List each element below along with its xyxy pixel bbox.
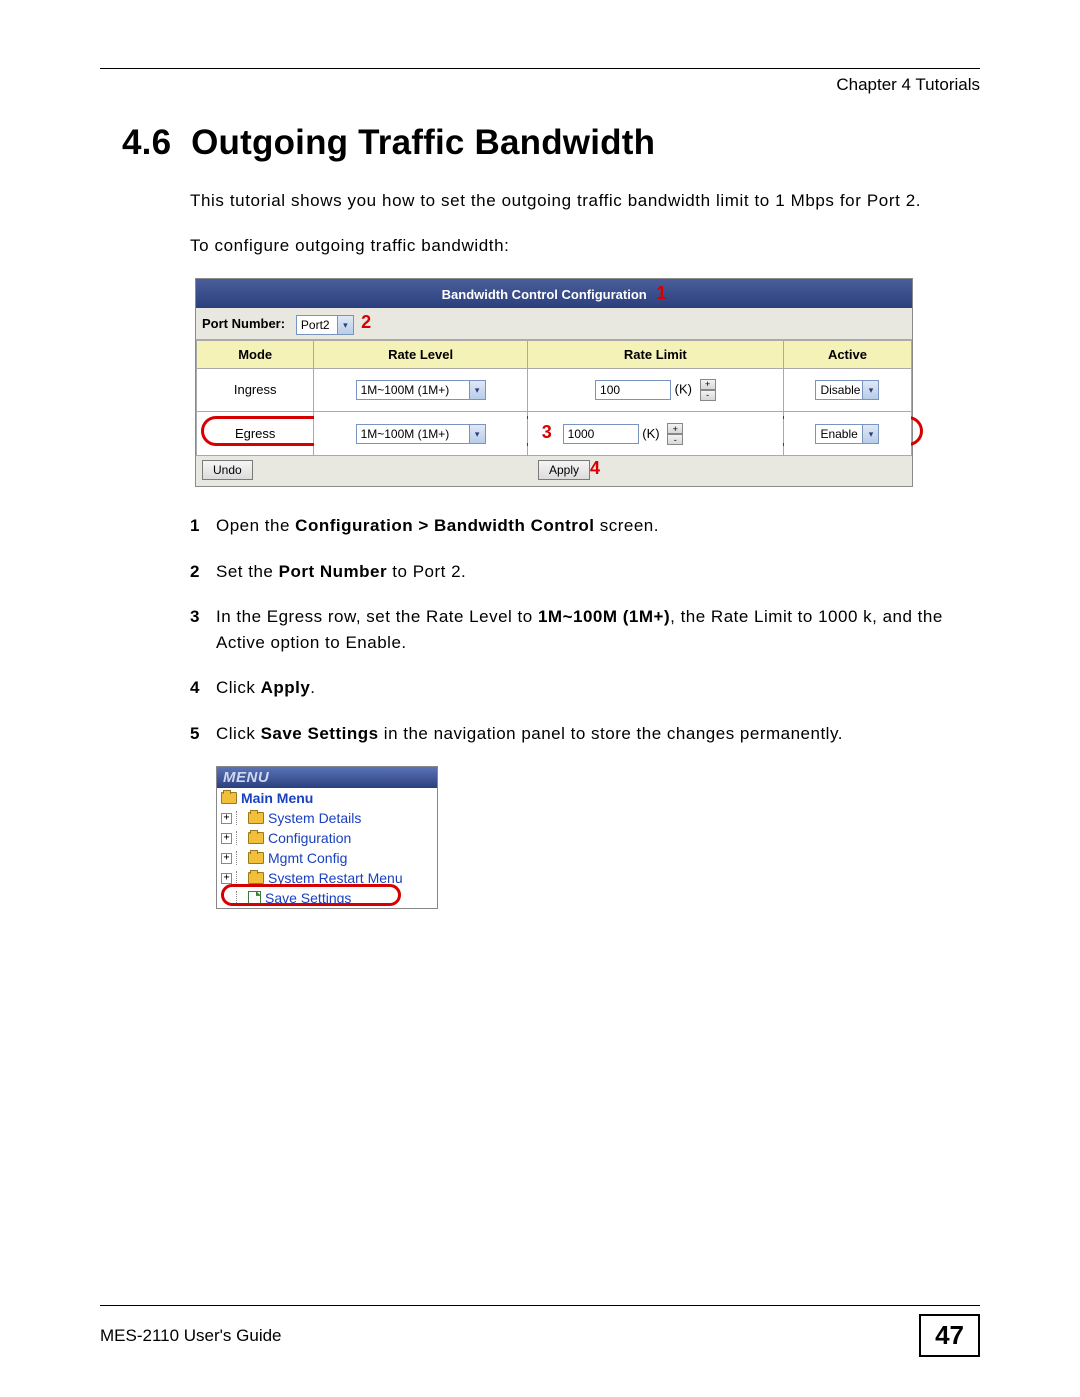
egress-mode: Egress <box>235 426 275 441</box>
port-number-select[interactable]: Port2 ▾ <box>296 315 354 335</box>
folder-icon <box>248 872 264 884</box>
expand-icon[interactable]: + <box>221 813 232 824</box>
menu-figure: MENU Main Menu + System Details + Config… <box>216 766 438 909</box>
col-rate-limit: Rate Limit <box>527 340 783 368</box>
step-2: 2 Set the Port Number to Port 2. <box>190 559 980 585</box>
page-icon <box>248 891 261 906</box>
ingress-rate-level-select[interactable]: 1M~100M (1M+) ▾ <box>356 380 486 400</box>
steps-list: 1 Open the Configuration > Bandwidth Con… <box>190 513 980 746</box>
ingress-rate-limit-input[interactable]: 100 <box>595 380 671 400</box>
egress-rate-limit-input[interactable]: 1000 <box>563 424 639 444</box>
ingress-rate-unit: (K) <box>675 381 692 396</box>
egress-spin-up[interactable]: + <box>667 423 683 434</box>
panel-bottom-row: Undo Apply 4 <box>196 456 912 486</box>
intro-paragraph-1: This tutorial shows you how to set the o… <box>190 189 970 214</box>
section-title: 4.6 Outgoing Traffic Bandwidth <box>122 123 980 163</box>
ingress-spin-down[interactable]: - <box>700 390 716 401</box>
footer-rule <box>100 1305 980 1306</box>
menu-mgmt-config[interactable]: + Mgmt Config <box>217 848 437 868</box>
step-4: 4 Click Apply. <box>190 675 980 701</box>
callout-2: 2 <box>361 312 371 332</box>
egress-rate-level-select[interactable]: 1M~100M (1M+) ▾ <box>356 424 486 444</box>
expand-icon[interactable]: + <box>221 833 232 844</box>
ingress-mode: Ingress <box>197 368 314 411</box>
undo-button[interactable]: Undo <box>202 460 253 480</box>
ingress-row: Ingress 1M~100M (1M+) ▾ 100 (K) + <box>197 368 912 411</box>
expand-icon[interactable]: + <box>221 873 232 884</box>
folder-icon <box>248 832 264 844</box>
ingress-active-select[interactable]: Disable ▾ <box>815 380 879 400</box>
panel-title-bar: Bandwidth Control Configuration 1 <box>196 279 912 308</box>
chevron-down-icon: ▾ <box>862 381 878 399</box>
bandwidth-figure: Bandwidth Control Configuration 1 Port N… <box>195 278 980 487</box>
egress-rate-unit: (K) <box>642 426 659 441</box>
step-3: 3 In the Egress row, set the Rate Level … <box>190 604 980 655</box>
port-number-value: Port2 <box>301 318 330 332</box>
egress-active-select[interactable]: Enable ▾ <box>815 424 879 444</box>
ingress-spinner: + - <box>700 379 716 401</box>
menu-system-details[interactable]: + System Details <box>217 808 437 828</box>
chevron-down-icon: ▾ <box>862 425 878 443</box>
chapter-label: Chapter 4 Tutorials <box>100 75 980 95</box>
folder-icon <box>248 812 264 824</box>
intro-paragraph-2: To configure outgoing traffic bandwidth: <box>190 234 970 259</box>
egress-spin-down[interactable]: - <box>667 434 683 445</box>
menu-system-restart[interactable]: + System Restart Menu <box>217 868 437 888</box>
chevron-down-icon: ▾ <box>469 425 485 443</box>
callout-3: 3 <box>542 422 552 442</box>
menu-configuration[interactable]: + Configuration <box>217 828 437 848</box>
footer-guide-name: MES-2110 User's Guide <box>100 1326 282 1346</box>
page-number: 47 <box>919 1314 980 1357</box>
egress-row: Egress 1M~100M (1M+) ▾ 3 10 <box>197 411 912 456</box>
chevron-down-icon: ▾ <box>469 381 485 399</box>
col-rate-level: Rate Level <box>314 340 527 368</box>
port-row: Port Number: Port2 ▾ 2 <box>196 308 912 340</box>
port-number-label: Port Number: <box>202 316 285 331</box>
bandwidth-table: Mode Rate Level Rate Limit Active Ingres… <box>196 340 912 457</box>
page-footer: MES-2110 User's Guide 47 <box>100 1305 980 1357</box>
menu-save-settings[interactable]: Save Settings <box>217 888 437 908</box>
callout-4: 4 <box>590 458 600 479</box>
folder-icon <box>221 792 237 804</box>
menu-main[interactable]: Main Menu <box>217 788 437 808</box>
section-number: 4.6 <box>122 123 171 162</box>
header-rule <box>100 68 980 69</box>
panel-title: Bandwidth Control Configuration <box>442 287 647 302</box>
folder-icon <box>248 852 264 864</box>
ingress-spin-up[interactable]: + <box>700 379 716 390</box>
chevron-down-icon: ▾ <box>337 316 353 334</box>
expand-icon[interactable]: + <box>221 853 232 864</box>
callout-1: 1 <box>656 283 666 303</box>
col-mode: Mode <box>197 340 314 368</box>
step-1: 1 Open the Configuration > Bandwidth Con… <box>190 513 980 539</box>
apply-button[interactable]: Apply <box>538 460 590 480</box>
col-active: Active <box>783 340 911 368</box>
menu-heading: MENU <box>217 767 437 788</box>
egress-spinner: + - <box>667 423 683 445</box>
step-5: 5 Click Save Settings in the navigation … <box>190 721 980 747</box>
section-heading: Outgoing Traffic Bandwidth <box>191 123 655 162</box>
table-header-row: Mode Rate Level Rate Limit Active <box>197 340 912 368</box>
